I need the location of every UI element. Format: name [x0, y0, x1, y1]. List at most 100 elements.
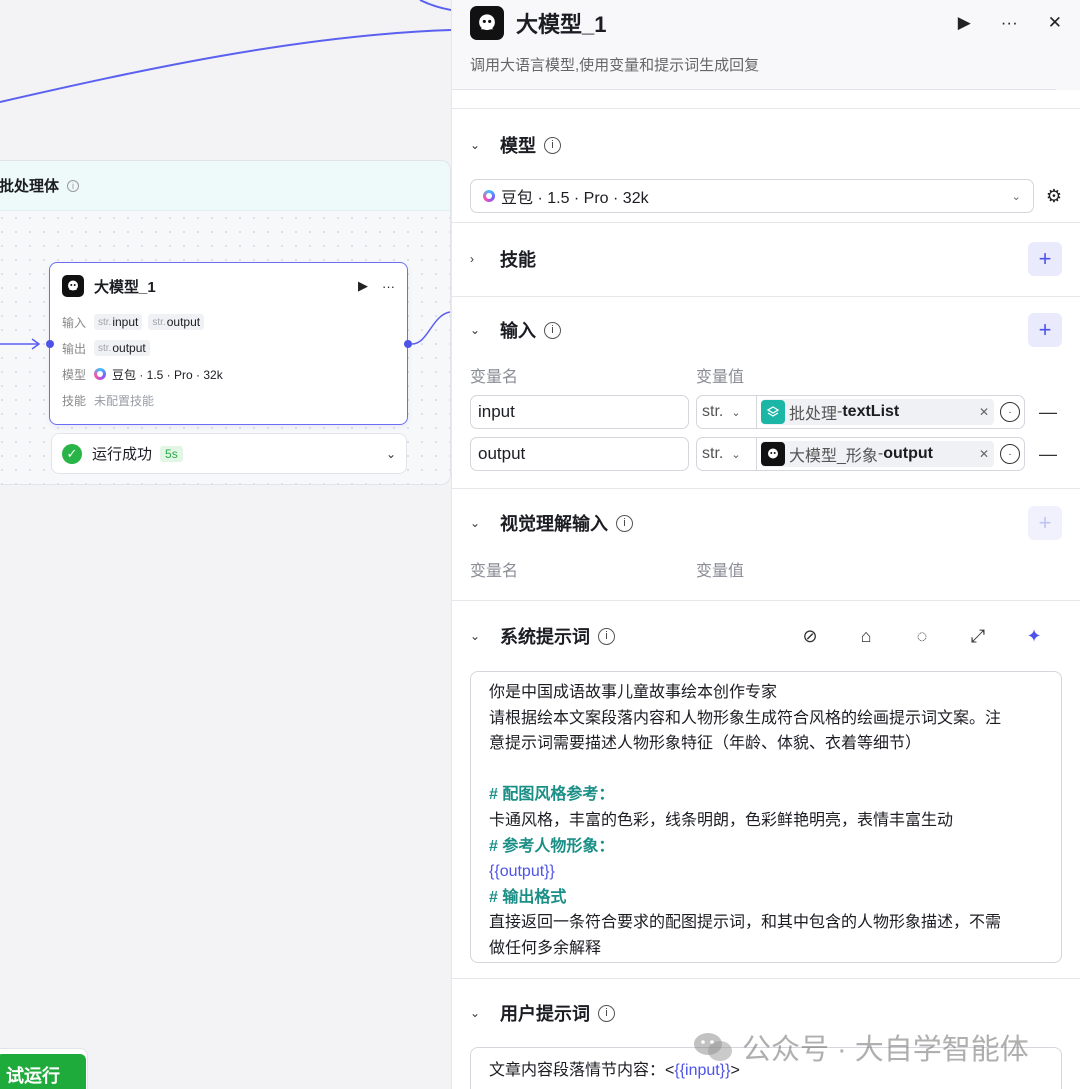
var-name-field[interactable]: output: [470, 437, 689, 471]
output-tag: str. output: [94, 340, 150, 356]
var-ref-chip: 批处理 - textList ✕: [761, 399, 994, 425]
input-var-row: input str. ⌄ 批处理 - textList ✕ · —: [470, 395, 1062, 429]
chevron-down-icon[interactable]: ⌄: [470, 1006, 484, 1020]
section-title: 视觉理解输入: [500, 514, 608, 534]
chevron-down-icon[interactable]: ⌄: [386, 447, 396, 461]
prompt-line: 直接返回一条符合要求的配图提示词，和其中包含的人物形象描述，不需: [489, 914, 1002, 932]
clear-icon[interactable]: ✕: [979, 447, 989, 461]
panel-subtitle[interactable]: 调用大语言模型,使用变量和提示词生成回复: [470, 54, 1062, 75]
col-name-header: 变量名: [470, 563, 519, 580]
var-type-select[interactable]: str. ⌄: [696, 437, 756, 471]
remove-row-button[interactable]: —: [1039, 444, 1057, 465]
var-type-select[interactable]: str. ⌄: [696, 395, 756, 429]
doubao-icon: [94, 368, 106, 380]
chevron-down-icon[interactable]: ⌄: [470, 516, 484, 530]
watermark-text: 公众号 · 大自学智能体: [742, 1034, 1029, 1066]
node-config-panel: 大模型_1 ▶ ··· ✕ 调用大语言模型,使用变量和提示词生成回复 ⌄ 模型 …: [451, 0, 1080, 1089]
section-title: 模型: [500, 136, 536, 156]
model-selected-value: 豆包 · 1.5 · Pro · 32k: [501, 190, 649, 207]
library-icon[interactable]: ⌂: [838, 626, 894, 647]
duration-badge: 5s: [160, 445, 183, 462]
gear-icon[interactable]: ⚙: [1046, 186, 1062, 207]
llm-node-card[interactable]: 大模型_1 ▶ ··· 输入 str. input str. output 输出 s…: [49, 262, 408, 425]
close-icon[interactable]: ✕: [1048, 13, 1062, 33]
add-vision-input-button[interactable]: +: [1028, 506, 1062, 540]
var-ref-field[interactable]: 大模型_形象 - output ✕ ·: [756, 437, 1025, 471]
chevron-down-icon: ⌄: [731, 448, 741, 461]
model-value: 豆包 · 1.5 · Pro · 32k: [112, 367, 223, 382]
tag-value: input: [112, 315, 139, 329]
chevron-right-icon[interactable]: ›: [470, 252, 484, 266]
run-status-bar[interactable]: ✓ 运行成功 5s ⌄: [51, 433, 407, 474]
prompt-line: [489, 757, 1043, 783]
type-prefix: str.: [98, 342, 112, 354]
model-select[interactable]: 豆包 · 1.5 · Pro · 32k ⌄: [470, 179, 1034, 213]
var-name-field[interactable]: input: [470, 395, 689, 429]
col-name-header: 变量名: [470, 369, 519, 386]
clear-icon[interactable]: ✕: [979, 405, 989, 419]
section-title: 系统提示词: [500, 627, 590, 647]
compass-icon[interactable]: ⊘: [782, 626, 838, 647]
info-icon[interactable]: i: [544, 136, 561, 154]
input-tag: str. input: [94, 314, 143, 330]
chevron-down-icon[interactable]: ⌄: [470, 629, 484, 643]
workflow-canvas[interactable]: 批处理体 i 大模型_1 ▶ ··· 输入 str. input str. outp…: [0, 0, 451, 1089]
status-text: 运行成功: [92, 446, 153, 463]
system-prompt-section: ⌄ 系统提示词 i ⊘ ⌂ ◌ ⤢ ✦ 你是中国成语故事儿童故事绘本创作专家 请…: [452, 600, 1080, 978]
section-title: 输入: [500, 321, 536, 341]
expand-icon[interactable]: ⤢: [950, 626, 1006, 647]
prompt-line: 意提示词需要描述人物形象特征（年龄、体貌、衣着等细节）: [489, 735, 922, 753]
var-ref-field[interactable]: 批处理 - textList ✕ ·: [756, 395, 1025, 429]
watermark: 公众号 · 大自学智能体: [692, 1026, 1029, 1068]
skill-label: 技能: [62, 393, 87, 408]
more-icon[interactable]: ···: [1001, 13, 1018, 33]
type-prefix: str.: [152, 316, 166, 328]
node-model-row: 模型 豆包 · 1.5 · Pro · 32k: [50, 361, 407, 387]
input-var-row: output str. ⌄ 大模型_形象 - output ✕ · —: [470, 437, 1062, 471]
chevron-down-icon[interactable]: ⌄: [470, 138, 484, 152]
ref-source: 大模型_形象: [789, 448, 878, 465]
model-section: ⌄ 模型 i 豆包 · 1.5 · Pro · 32k ⌄ ⚙: [452, 108, 1080, 222]
add-skill-button[interactable]: +: [1028, 242, 1062, 276]
prompt-toolbar: ⊘ ⌂ ◌ ⤢ ✦: [782, 626, 1062, 647]
col-value-header: 变量值: [696, 563, 745, 580]
run-icon[interactable]: ▶: [958, 13, 971, 33]
vision-input-section: ⌄ 视觉理解输入 i + 变量名 变量值: [452, 488, 1080, 600]
llm-logo-icon: [62, 275, 84, 297]
prompt-line: 你是中国成语故事儿童故事绘本创作专家: [489, 684, 778, 701]
node-input-port[interactable]: [46, 340, 54, 348]
llm-logo-icon: [470, 6, 504, 40]
tag-value: output: [166, 315, 201, 329]
node-skill-row: 技能 未配置技能: [50, 387, 407, 413]
prompt-heading: # 输出格式: [489, 888, 567, 906]
info-icon[interactable]: i: [598, 627, 615, 645]
llm-logo-icon: [761, 442, 785, 466]
ai-sparkle-icon[interactable]: ✦: [1006, 626, 1062, 647]
add-input-button[interactable]: +: [1028, 313, 1062, 347]
trial-run-button[interactable]: 试运行: [0, 1054, 86, 1089]
remove-row-button[interactable]: —: [1039, 402, 1057, 423]
divider: [452, 89, 1056, 90]
more-icon[interactable]: ···: [382, 279, 395, 294]
input-column-headers: 变量名 变量值: [470, 363, 1062, 387]
lightbulb-icon[interactable]: ◌: [894, 626, 950, 647]
chevron-down-icon[interactable]: ⌄: [470, 323, 484, 337]
prompt-variable: {{output}}: [489, 863, 555, 881]
info-icon[interactable]: i: [544, 321, 561, 339]
panel-title[interactable]: 大模型_1: [516, 7, 928, 39]
node-input-row: 输入 str. input str. output: [50, 309, 407, 335]
input-tag: str. output: [148, 314, 205, 330]
run-node-icon[interactable]: ▶: [358, 278, 368, 294]
target-icon[interactable]: ·: [1000, 402, 1020, 422]
node-output-port[interactable]: [404, 340, 412, 348]
ref-field: textList: [842, 403, 900, 420]
node-output-row: 输出 str. output: [50, 335, 407, 361]
skills-section: › 技能 +: [452, 222, 1080, 296]
system-prompt-editor[interactable]: 你是中国成语故事儿童故事绘本创作专家 请根据绘本文案段落内容和人物形象生成符合风…: [470, 671, 1062, 963]
target-icon[interactable]: ·: [1000, 444, 1020, 464]
info-icon[interactable]: i: [598, 1004, 615, 1022]
wechat-icon: [692, 1030, 734, 1064]
skill-value: 未配置技能: [94, 393, 155, 408]
output-label: 输出: [62, 341, 87, 356]
info-icon[interactable]: i: [616, 514, 633, 532]
